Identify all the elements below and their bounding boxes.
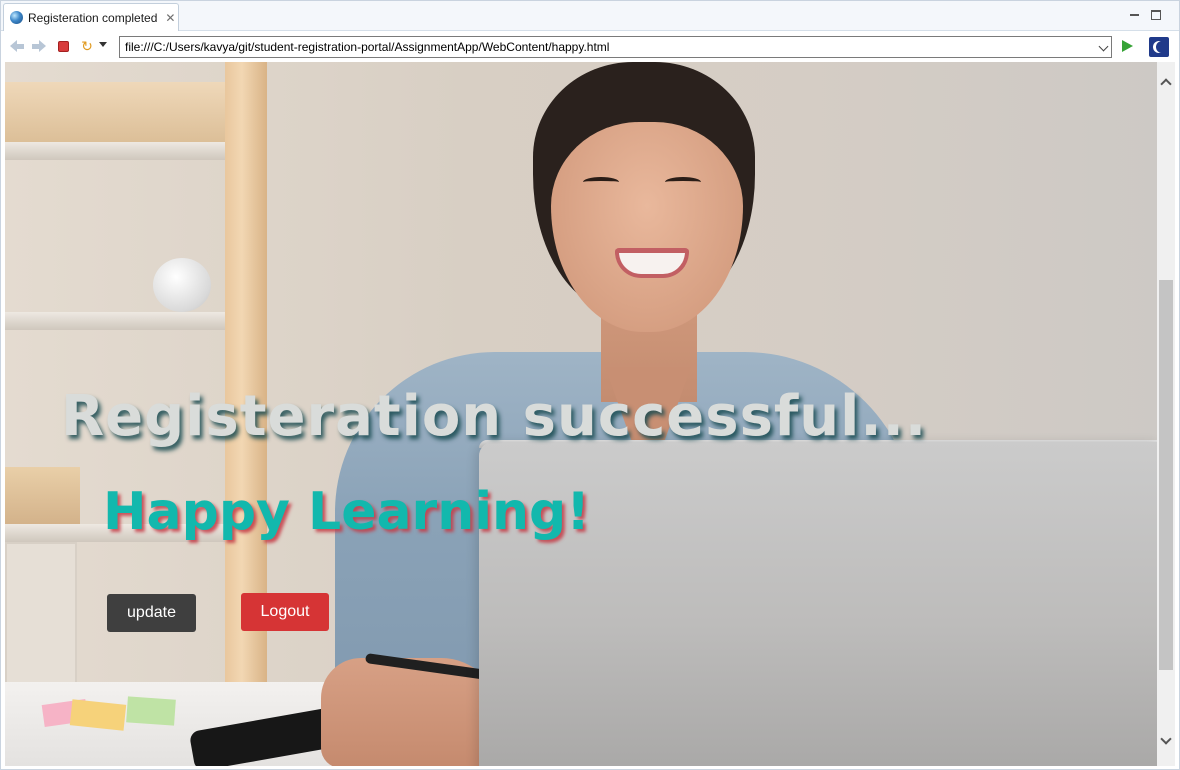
minimize-icon[interactable] bbox=[1129, 9, 1141, 21]
cabinet bbox=[5, 542, 77, 692]
go-run-icon[interactable] bbox=[1122, 40, 1133, 52]
scroll-up-icon[interactable] bbox=[1160, 78, 1172, 90]
editor-tab-bar: Registeration completed ✕ bbox=[1, 1, 1179, 31]
page-subtitle: Happy Learning! bbox=[103, 482, 590, 542]
page-title: Registeration successful... bbox=[61, 384, 928, 449]
tab-registeration-completed[interactable]: Registeration completed ✕ bbox=[3, 3, 179, 31]
update-button[interactable]: update bbox=[107, 594, 196, 632]
person-eye bbox=[665, 177, 701, 187]
shelf-decor-ball bbox=[153, 258, 211, 312]
tab-title: Registeration completed bbox=[28, 10, 158, 25]
forward-arrow-icon[interactable] bbox=[31, 38, 47, 54]
globe-icon bbox=[10, 11, 23, 24]
vertical-scrollbar[interactable] bbox=[1157, 62, 1175, 766]
browser-window: Registeration completed ✕ ↻ file:///C:/U… bbox=[0, 0, 1180, 770]
back-arrow-icon[interactable] bbox=[9, 38, 25, 54]
url-bar[interactable] bbox=[119, 36, 1112, 58]
logout-button[interactable]: Logout bbox=[241, 593, 329, 631]
eclipse-open-external-icon[interactable] bbox=[1149, 37, 1169, 57]
person-eye bbox=[583, 177, 619, 187]
browser-toolbar: ↻ bbox=[1, 32, 1179, 60]
scroll-thumb[interactable] bbox=[1159, 280, 1173, 670]
sticky-note bbox=[126, 696, 176, 726]
shelf-storage-box bbox=[5, 467, 80, 525]
refresh-dropdown-icon[interactable] bbox=[99, 42, 107, 47]
refresh-icon[interactable]: ↻ bbox=[79, 38, 95, 54]
scroll-down-icon[interactable] bbox=[1160, 733, 1172, 745]
shelf bbox=[5, 312, 255, 330]
shelf-storage-box bbox=[5, 82, 240, 142]
shelf bbox=[5, 142, 255, 160]
sticky-note bbox=[69, 699, 127, 731]
maximize-icon[interactable] bbox=[1151, 10, 1161, 20]
stop-icon[interactable] bbox=[55, 38, 71, 54]
url-input[interactable] bbox=[125, 40, 1085, 54]
page-viewport: Registeration successful... Happy Learni… bbox=[5, 62, 1157, 766]
close-icon[interactable]: ✕ bbox=[165, 12, 175, 24]
chevron-down-icon[interactable] bbox=[1098, 41, 1109, 52]
